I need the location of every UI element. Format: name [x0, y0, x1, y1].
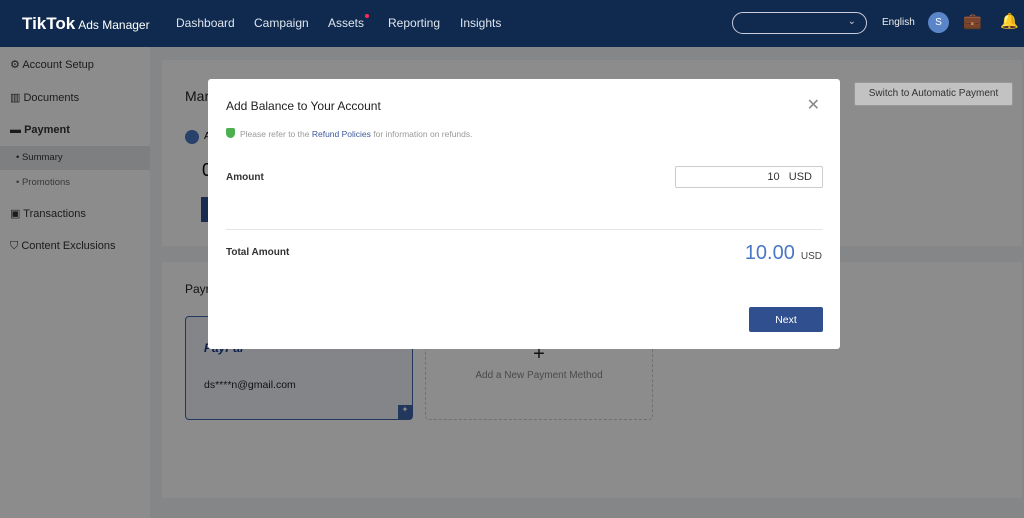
- close-icon[interactable]: ✕: [807, 95, 820, 115]
- avatar[interactable]: S: [928, 12, 949, 33]
- total-currency: USD: [800, 251, 822, 262]
- amount-label: Amount: [226, 172, 264, 183]
- notification-dot: [365, 14, 370, 18]
- language-switch[interactable]: English: [882, 17, 915, 28]
- nav-insights[interactable]: Insights: [460, 16, 501, 30]
- briefcase-icon[interactable]: 💼: [963, 12, 982, 30]
- total-label: Total Amount: [226, 247, 290, 258]
- amount-value: 10: [767, 171, 780, 183]
- nav-assets[interactable]: Assets: [328, 14, 370, 30]
- nav-campaign[interactable]: Campaign: [254, 16, 309, 30]
- chevron-down-icon: ⌄: [847, 16, 856, 27]
- bell-icon[interactable]: 🔔: [1000, 12, 1019, 30]
- modal-title: Add Balance to Your Account: [226, 99, 381, 113]
- next-button[interactable]: Next: [749, 307, 823, 332]
- switch-automatic-payment-button[interactable]: Switch to Automatic Payment: [854, 82, 1013, 106]
- total-value: 10.00: [744, 242, 795, 264]
- note-text-end: for information on refunds.: [373, 129, 473, 139]
- logo[interactable]: TikTok Ads Manager: [22, 14, 150, 34]
- refund-note: Please refer to the Refund Policies for …: [226, 128, 473, 139]
- brand: TikTok: [22, 14, 76, 33]
- shield-check-icon: [226, 128, 235, 138]
- product-name: Ads Manager: [78, 18, 150, 32]
- refund-policies-link[interactable]: Refund Policies: [312, 129, 371, 139]
- amount-currency: USD: [788, 171, 812, 183]
- amount-input[interactable]: 10 USD: [675, 166, 823, 188]
- add-balance-modal: Add Balance to Your Account ✕ Please ref…: [208, 79, 840, 349]
- total-amount: 10.00 USD: [745, 242, 822, 265]
- nav-reporting[interactable]: Reporting: [388, 16, 440, 30]
- nav-assets-label: Assets: [328, 16, 365, 30]
- nav-dashboard[interactable]: Dashboard: [176, 16, 235, 30]
- note-text: Please refer to the: [240, 129, 310, 139]
- top-nav: TikTok Ads Manager Dashboard Campaign Ass…: [0, 0, 1024, 47]
- account-select[interactable]: ⌄: [732, 12, 867, 34]
- divider: [226, 229, 823, 230]
